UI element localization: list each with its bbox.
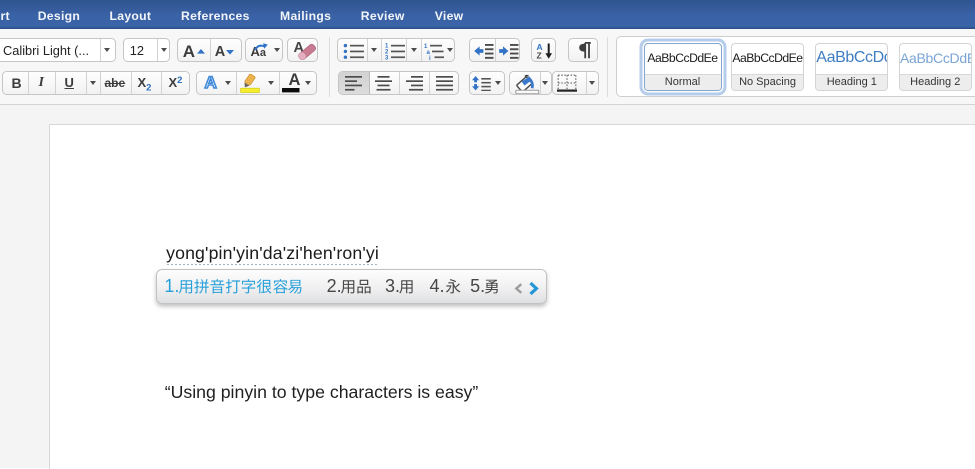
svg-text:2.: 2. [327,276,342,296]
svg-text:i: i [429,56,431,60]
svg-text:Z: Z [536,50,541,60]
svg-text:5.: 5. [471,276,486,296]
svg-text:1.: 1. [165,276,180,296]
svg-text:3: 3 [385,56,389,61]
svg-text:3.: 3. [385,276,400,296]
svg-text:4.: 4. [430,276,445,296]
